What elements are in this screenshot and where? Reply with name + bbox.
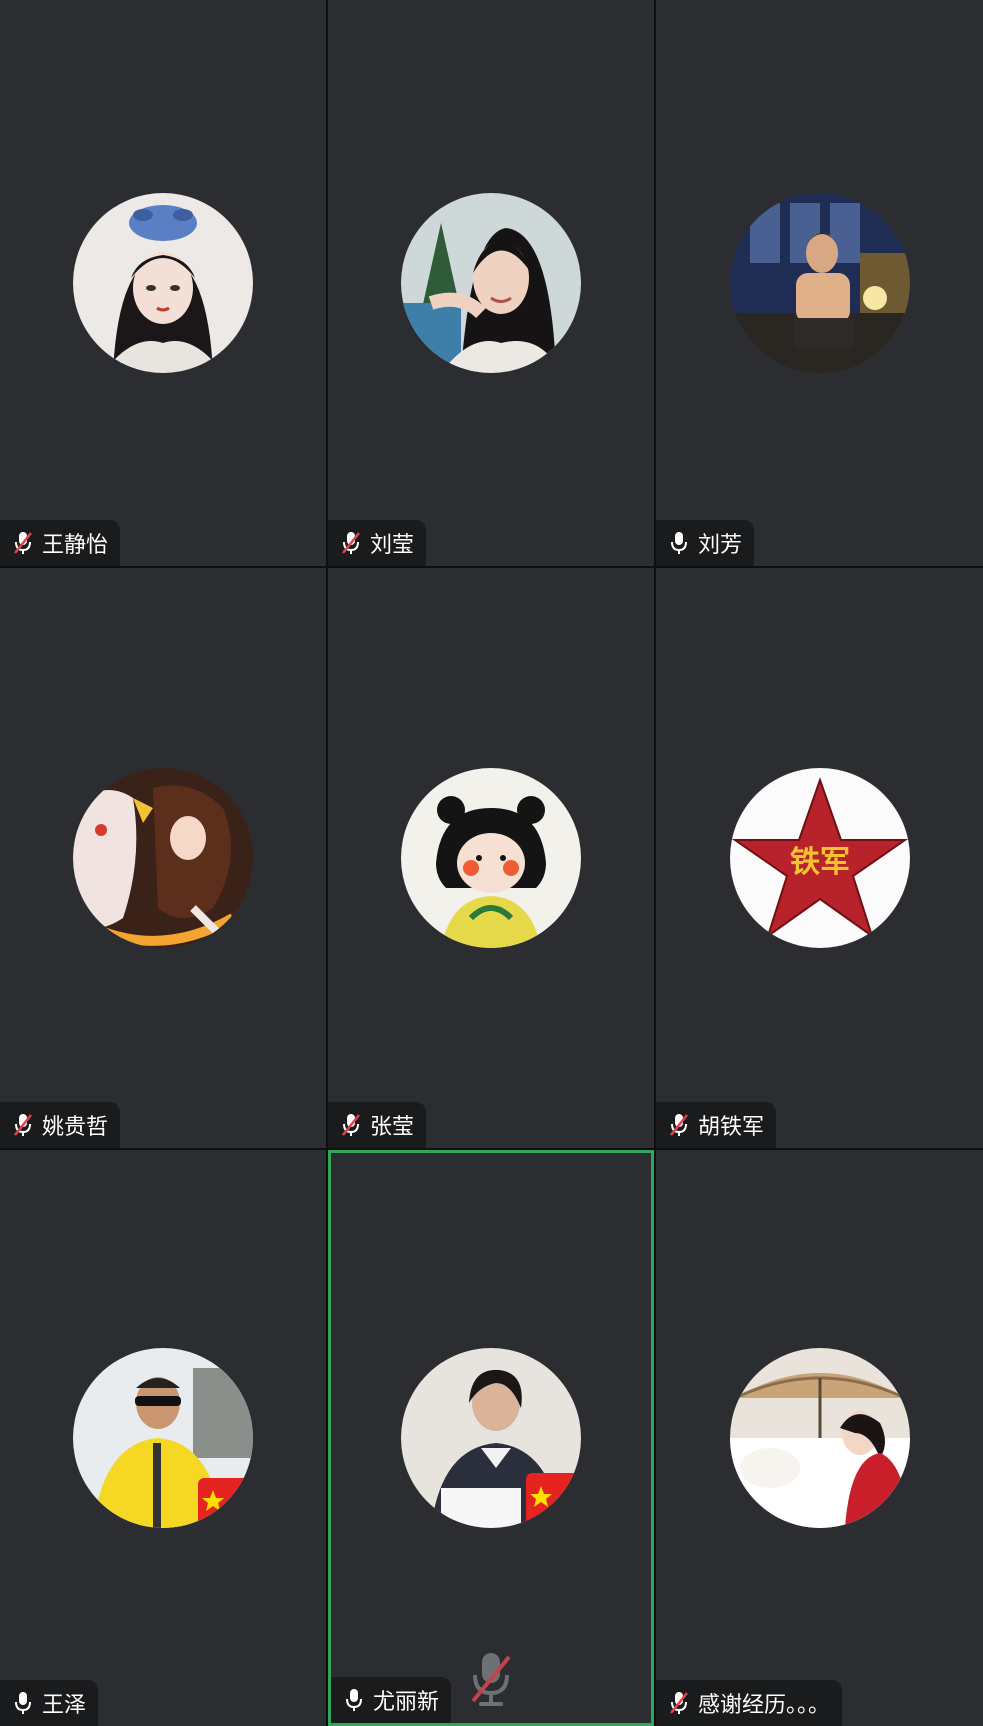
video-grid: 王静怡 刘莹 刘芳 姚贵哲 张莹 铁军 胡铁军 王泽 尤丽新 感谢经历。。。 (0, 0, 983, 1726)
name-tag: 张莹 (328, 1102, 427, 1148)
name-tag: 姚贵哲 (0, 1102, 121, 1148)
participant-name: 刘芳 (698, 533, 743, 558)
avatar (729, 193, 910, 373)
mic-muted-icon (340, 1112, 362, 1138)
participant-tile[interactable]: 张莹 (328, 568, 654, 1148)
avatar (73, 193, 253, 373)
name-tag: 胡铁军 (656, 1102, 777, 1148)
participant-name: 刘莹 (370, 533, 415, 558)
participant-tile[interactable]: 王泽 (0, 1150, 326, 1726)
mic-muted-icon (668, 1112, 690, 1138)
participant-name: 感谢经历。。。 (698, 1693, 831, 1718)
mic-muted-icon (340, 530, 362, 556)
avatar (401, 1348, 581, 1528)
participant-name: 王泽 (42, 1693, 87, 1718)
avatar: 铁军 (729, 768, 910, 948)
participant-name: 姚贵哲 (42, 1115, 109, 1140)
name-tag: 王静怡 (0, 520, 121, 566)
participant-tile[interactable]: 王静怡 (0, 0, 326, 566)
avatar-text: 铁军 (790, 845, 850, 880)
name-tag: 王泽 (0, 1680, 99, 1726)
mic-muted-icon (12, 530, 34, 556)
participant-tile[interactable]: 铁军 胡铁军 (656, 568, 983, 1148)
participant-name: 尤丽新 (373, 1690, 440, 1715)
avatar (729, 1348, 910, 1528)
avatar (73, 1348, 253, 1528)
mic-on-icon (668, 530, 690, 556)
name-tag: 刘芳 (656, 520, 755, 566)
avatar (401, 193, 581, 373)
participant-tile[interactable]: 刘芳 (656, 0, 983, 566)
participant-tile[interactable]: 刘莹 (328, 0, 654, 566)
participant-name: 王静怡 (42, 533, 109, 558)
name-tag: 感谢经历。。。 (656, 1680, 843, 1726)
participant-name: 胡铁军 (698, 1115, 765, 1140)
mute-toggle-icon[interactable] (467, 1649, 515, 1709)
participant-tile[interactable]: 姚贵哲 (0, 568, 326, 1148)
name-tag: 尤丽新 (331, 1677, 452, 1723)
avatar (401, 768, 581, 948)
mic-muted-icon (12, 1112, 34, 1138)
mic-on-icon (343, 1687, 365, 1713)
mic-muted-icon (668, 1690, 690, 1716)
avatar (73, 768, 253, 948)
participant-name: 张莹 (370, 1115, 415, 1140)
participant-tile-active-speaker[interactable]: 尤丽新 (328, 1150, 654, 1726)
name-tag: 刘莹 (328, 520, 427, 566)
mic-on-icon (12, 1690, 34, 1716)
participant-tile[interactable]: 感谢经历。。。 (656, 1150, 983, 1726)
